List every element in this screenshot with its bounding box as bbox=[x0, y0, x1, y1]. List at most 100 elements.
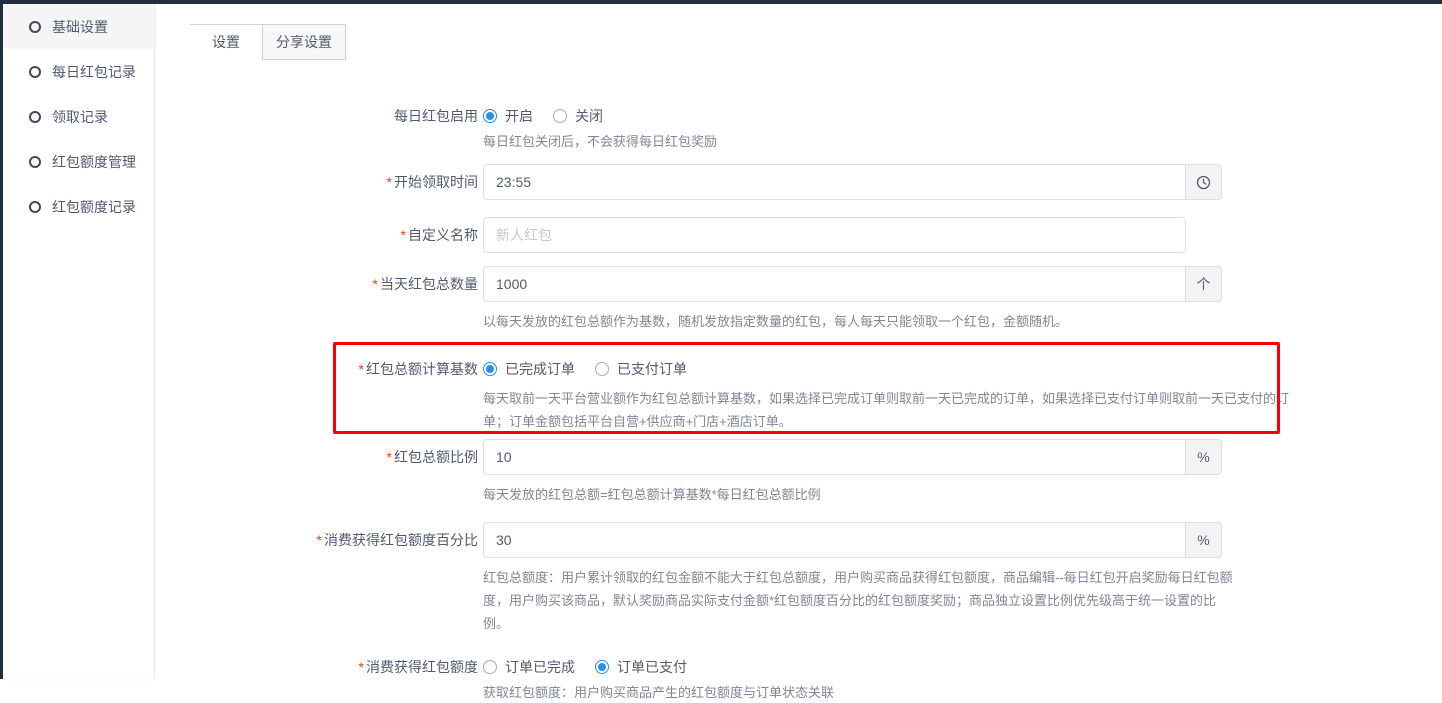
sidebar-item-label: 基础设置 bbox=[52, 17, 108, 37]
field-label-text: 红包总额计算基数 bbox=[366, 361, 478, 377]
radio-label: 订单已完成 bbox=[505, 657, 575, 677]
tab-bar: 设置 分享设置 bbox=[190, 24, 1442, 60]
sidebar-item-daily-redpacket-records[interactable]: 每日红包记录 bbox=[3, 49, 154, 94]
field-label-quota-status: *消费获得红包额度 bbox=[156, 657, 478, 703]
main-content: 设置 分享设置 每日红包启用 开启 关闭 每日红包关闭后， bbox=[156, 4, 1442, 679]
field-label-total-ratio: *红包总额比例 bbox=[156, 439, 478, 506]
radio-label: 已完成订单 bbox=[505, 359, 575, 379]
required-asterisk: * bbox=[359, 361, 364, 377]
field-control-start-time bbox=[483, 164, 1442, 200]
settings-form: 每日红包启用 开启 关闭 每日红包关闭后，不会获得每日红包奖励 bbox=[156, 106, 1442, 703]
field-control-calc-base: 已完成订单 已支付订单 每天取前一天平台营业额作为红包总额计算基数，如果选择已完… bbox=[483, 359, 1442, 433]
start-time-input[interactable] bbox=[483, 164, 1186, 200]
radio-option-order-paid[interactable]: 订单已支付 bbox=[595, 657, 687, 677]
form-row-daily-count: *当天红包总数量 个 以每天发放的红包总额作为基数，随机发放指定数量的红包，每人… bbox=[156, 266, 1442, 333]
helper-quota-percent: 红包总额度：用户累计领取的红包金额不能大于红包总额度，用户购买商品获得红包额度，… bbox=[483, 566, 1241, 635]
quota-percent-input-group: % bbox=[483, 522, 1222, 558]
field-label-start-time: *开始领取时间 bbox=[156, 164, 478, 200]
field-label-text: 开始领取时间 bbox=[394, 174, 478, 190]
radio-option-paid-orders[interactable]: 已支付订单 bbox=[595, 359, 687, 379]
sidebar-item-basic-settings[interactable]: 基础设置 bbox=[3, 4, 154, 49]
field-control-quota-status: 订单已完成 订单已支付 获取红包额度：用户购买商品产生的红包额度与订单状态关联 bbox=[483, 657, 1442, 703]
field-label-text: 自定义名称 bbox=[408, 227, 478, 243]
field-control-total-ratio: % 每天发放的红包总额=红包总额计算基数*每日红包总额比例 bbox=[483, 439, 1442, 506]
total-ratio-input-group: % bbox=[483, 439, 1222, 475]
radio-icon bbox=[553, 109, 567, 123]
daily-count-input[interactable] bbox=[483, 266, 1186, 302]
daily-count-input-group: 个 bbox=[483, 266, 1222, 302]
form-row-daily-enable: 每日红包启用 开启 关闭 每日红包关闭后，不会获得每日红包奖励 bbox=[156, 106, 1442, 152]
circle-icon bbox=[29, 111, 41, 123]
total-ratio-input[interactable] bbox=[483, 439, 1186, 475]
radio-option-completed-orders[interactable]: 已完成订单 bbox=[483, 359, 575, 379]
radio-label: 订单已支付 bbox=[617, 657, 687, 677]
circle-icon bbox=[29, 201, 41, 213]
custom-name-input[interactable] bbox=[483, 217, 1186, 253]
sidebar-item-quota-records[interactable]: 红包额度记录 bbox=[3, 184, 154, 229]
radio-label: 已支付订单 bbox=[617, 359, 687, 379]
unit-addon-ge: 个 bbox=[1186, 266, 1222, 302]
top-dark-bar bbox=[0, 0, 1442, 4]
quota-percent-input[interactable] bbox=[483, 522, 1186, 558]
required-asterisk: * bbox=[387, 174, 392, 190]
helper-quota-status: 获取红包额度：用户购买商品产生的红包额度与订单状态关联 bbox=[483, 683, 1442, 703]
radio-icon bbox=[483, 660, 497, 674]
field-control-quota-percent: % 红包总额度：用户累计领取的红包金额不能大于红包总额度，用户购买商品获得红包额… bbox=[483, 522, 1442, 635]
helper-daily-count: 以每天发放的红包总额作为基数，随机发放指定数量的红包，每人每天只能领取一个红包，… bbox=[483, 310, 1442, 333]
sidebar-item-label: 红包额度记录 bbox=[52, 197, 136, 217]
radio-icon bbox=[483, 109, 497, 123]
custom-name-input-group bbox=[483, 217, 1186, 253]
required-asterisk: * bbox=[387, 449, 392, 465]
time-picker-button[interactable] bbox=[1186, 164, 1222, 200]
sidebar-item-label: 红包额度管理 bbox=[52, 152, 136, 172]
field-label-custom-name: *自定义名称 bbox=[156, 217, 478, 253]
sidebar-item-label: 每日红包记录 bbox=[52, 62, 136, 82]
radio-label: 关闭 bbox=[575, 106, 603, 126]
required-asterisk: * bbox=[359, 659, 364, 675]
start-time-input-group bbox=[483, 164, 1222, 200]
field-control-daily-count: 个 以每天发放的红包总额作为基数，随机发放指定数量的红包，每人每天只能领取一个红… bbox=[483, 266, 1442, 333]
form-row-start-time: *开始领取时间 bbox=[156, 164, 1442, 200]
field-label-text: 消费获得红包额度百分比 bbox=[324, 532, 478, 548]
required-asterisk: * bbox=[401, 227, 406, 243]
form-row-calc-base: *红包总额计算基数 已完成订单 已支付订单 每天取前一天平台营业额作为红包总额计… bbox=[156, 359, 1442, 433]
form-row-total-ratio: *红包总额比例 % 每天发放的红包总额=红包总额计算基数*每日红包总额比例 bbox=[156, 439, 1442, 506]
field-label-text: 消费获得红包额度 bbox=[366, 659, 478, 675]
tab-settings[interactable]: 设置 bbox=[190, 24, 262, 60]
circle-icon bbox=[29, 21, 41, 33]
radio-icon bbox=[595, 660, 609, 674]
unit-addon-percent: % bbox=[1186, 522, 1222, 558]
circle-icon bbox=[29, 156, 41, 168]
sidebar-item-label: 领取记录 bbox=[52, 107, 108, 127]
quota-status-radio-group: 订单已完成 订单已支付 bbox=[483, 657, 1442, 677]
field-label-text: 红包总额比例 bbox=[394, 449, 478, 465]
field-label-calc-base: *红包总额计算基数 bbox=[156, 359, 478, 433]
field-control-custom-name bbox=[483, 217, 1442, 253]
radio-option-order-completed[interactable]: 订单已完成 bbox=[483, 657, 575, 677]
unit-addon-percent: % bbox=[1186, 439, 1222, 475]
sidebar: 基础设置 每日红包记录 领取记录 红包额度管理 红包额度记录 bbox=[3, 4, 155, 679]
field-label-text: 每日红包启用 bbox=[394, 108, 478, 124]
field-label-quota-percent: *消费获得红包额度百分比 bbox=[156, 522, 478, 635]
left-dark-edge bbox=[0, 0, 3, 679]
required-asterisk: * bbox=[373, 276, 378, 292]
field-control-daily-enable: 开启 关闭 每日红包关闭后，不会获得每日红包奖励 bbox=[483, 106, 1442, 152]
required-asterisk: * bbox=[317, 532, 322, 548]
radio-icon bbox=[595, 362, 609, 376]
radio-option-enable-off[interactable]: 关闭 bbox=[553, 106, 603, 126]
daily-enable-radio-group: 开启 关闭 bbox=[483, 106, 1442, 126]
helper-total-ratio: 每天发放的红包总额=红包总额计算基数*每日红包总额比例 bbox=[483, 483, 1442, 506]
radio-option-enable-on[interactable]: 开启 bbox=[483, 106, 533, 126]
helper-daily-enable: 每日红包关闭后，不会获得每日红包奖励 bbox=[483, 132, 1442, 152]
form-row-quota-percent: *消费获得红包额度百分比 % 红包总额度：用户累计领取的红包金额不能大于红包总额… bbox=[156, 522, 1442, 635]
sidebar-item-quota-management[interactable]: 红包额度管理 bbox=[3, 139, 154, 184]
sidebar-item-claim-records[interactable]: 领取记录 bbox=[3, 94, 154, 139]
form-row-custom-name: *自定义名称 bbox=[156, 217, 1442, 253]
radio-label: 开启 bbox=[505, 106, 533, 126]
tab-share-settings[interactable]: 分享设置 bbox=[262, 24, 346, 60]
field-label-text: 当天红包总数量 bbox=[380, 276, 478, 292]
clock-icon bbox=[1196, 175, 1211, 190]
helper-calc-base: 每天取前一天平台营业额作为红包总额计算基数，如果选择已完成订单则取前一天已完成的… bbox=[483, 387, 1291, 433]
field-label-daily-enable: 每日红包启用 bbox=[156, 106, 478, 152]
field-label-daily-count: *当天红包总数量 bbox=[156, 266, 478, 333]
